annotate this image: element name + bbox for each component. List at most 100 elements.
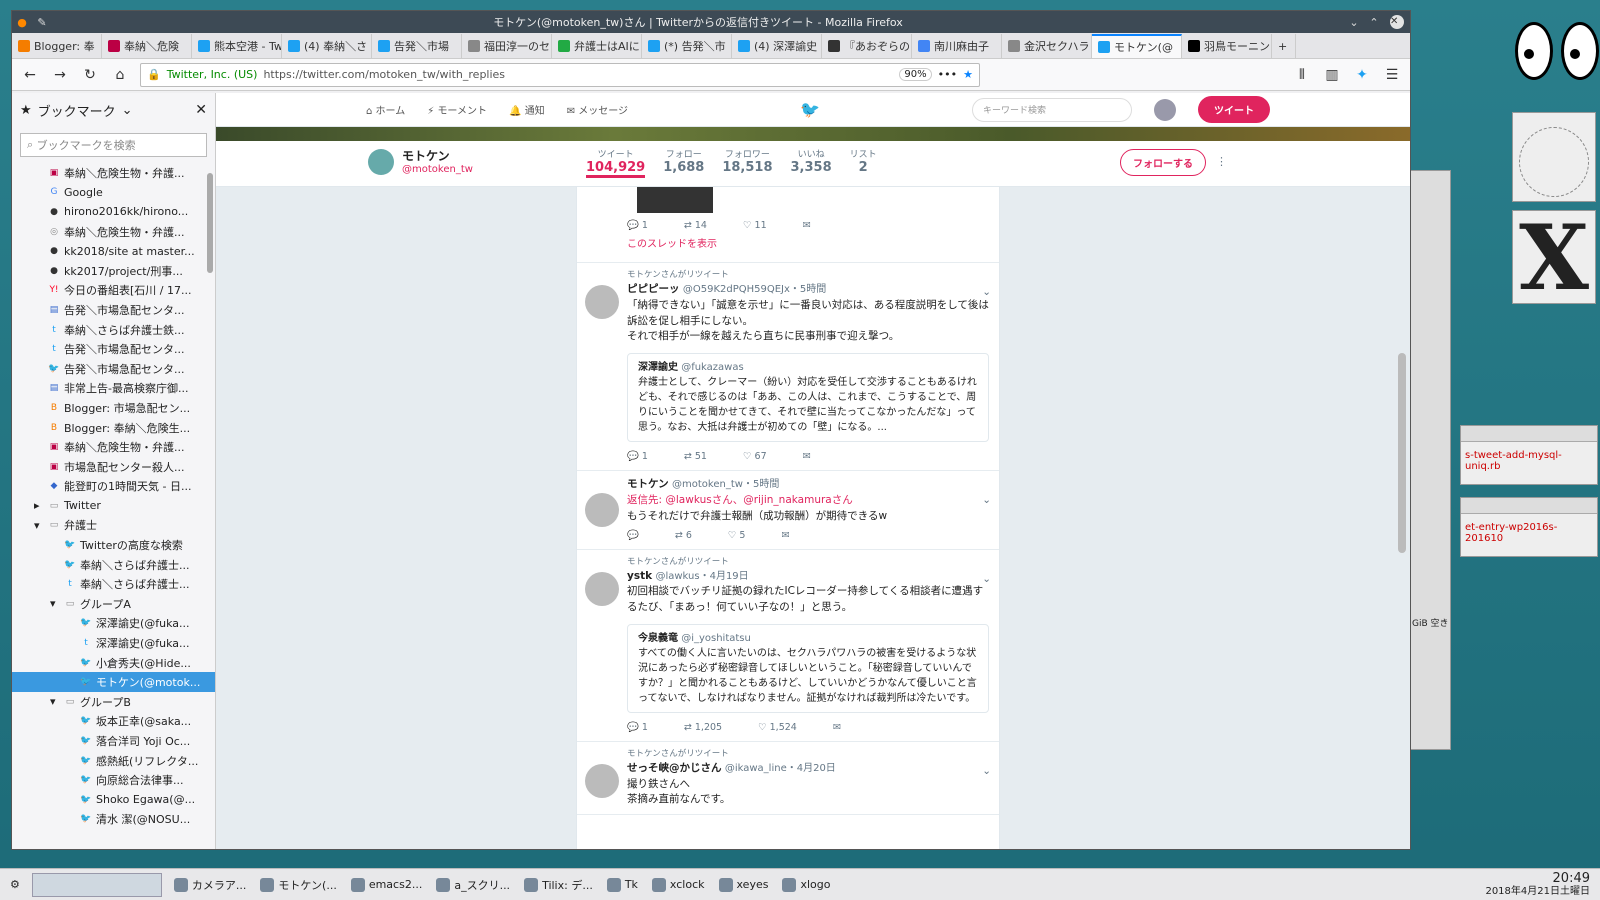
desktop-pager[interactable] xyxy=(31,872,162,897)
more-icon[interactable]: ⋮ xyxy=(1216,155,1227,168)
bookmark-item[interactable]: ◆ 能登町の1時間天気 - 日... xyxy=(12,477,215,497)
retweet-button[interactable]: ⇄ 1,205 xyxy=(684,721,722,735)
retweet-button[interactable]: ⇄ 14 xyxy=(684,219,707,233)
chevron-down-icon[interactable]: ⌄ xyxy=(982,572,991,588)
tab-3[interactable]: (4) 奉納＼さ xyxy=(282,34,372,58)
bookmark-item[interactable]: ▤ 告発＼市場急配センタ... xyxy=(12,300,215,320)
dm-share-icon[interactable]: ✉ xyxy=(833,721,841,735)
tab-13[interactable]: 羽鳥モーニン xyxy=(1182,34,1272,58)
dm-share-icon[interactable]: ✉ xyxy=(803,450,811,464)
stat-3[interactable]: いいね 3,358 xyxy=(791,147,832,178)
close-button[interactable]: ✕ xyxy=(1390,15,1404,29)
like-button[interactable]: ♡ 5 xyxy=(728,529,746,543)
nav-home[interactable]: ⌂ ホーム xyxy=(366,102,405,117)
background-window[interactable]: GiB 空き xyxy=(1409,170,1451,750)
bookmark-item[interactable]: G Google xyxy=(12,183,215,203)
chevron-down-icon[interactable]: ⌄ xyxy=(982,285,991,301)
retweet-button[interactable]: ⇄ 6 xyxy=(675,529,692,543)
bookmark-item[interactable]: 🐦 落合洋司 Yoji Oc... xyxy=(12,731,215,751)
bookmark-item[interactable]: Y! 今日の番組表[石川 / 17... xyxy=(12,281,215,301)
like-button[interactable]: ♡ 67 xyxy=(743,450,767,464)
back-icon[interactable]: ← xyxy=(20,65,40,85)
page-actions-icon[interactable]: ••• xyxy=(938,68,957,81)
reply-button[interactable]: 💬 1 xyxy=(627,219,648,233)
bookmark-item[interactable]: 🐦 Shoko Egawa(@... xyxy=(12,790,215,810)
bookmark-star-icon[interactable]: ★ xyxy=(963,68,973,81)
title-bar[interactable]: ● ✎ モトケン(@motoken_tw)さん | Twitterからの返信付き… xyxy=(12,11,1410,33)
tweet[interactable]: モトケン @motoken_tw・5時間 ⌄ 返信先: @lawkusさん、@rij… xyxy=(577,471,999,550)
stat-0[interactable]: ツイート 104,929 xyxy=(586,147,646,178)
bookmark-item[interactable]: ▾ ▭ 弁護士 xyxy=(12,516,215,536)
tweet-author[interactable]: せっそ峡@かじさん @ikawa_line・4月20日 xyxy=(627,761,989,777)
tab-12[interactable]: モトケン(@ xyxy=(1092,34,1182,58)
sidebar-toggle-icon[interactable]: ▥ xyxy=(1322,65,1342,85)
tweet[interactable]: モトケンさんがリツイート ピピピーッ @O59K2dPQH59QEJx・5時間 ⌄ 「… xyxy=(577,263,999,472)
library-icon[interactable]: ⫴ xyxy=(1292,65,1312,85)
nav-moments[interactable]: ⚡ モーメント xyxy=(427,102,487,117)
bookmark-item[interactable]: 🐦 深澤諭史(@fuka... xyxy=(12,614,215,634)
tweet[interactable]: モトケンさんがリツイート ystk @lawkus・4月19日 ⌄ 初回相談でバッチリ… xyxy=(577,550,999,742)
stat-1[interactable]: フォロー 1,688 xyxy=(663,147,704,178)
bookmark-item[interactable]: ● hirono2016kk/hirono... xyxy=(12,202,215,222)
pin-icon[interactable]: ✎ xyxy=(32,16,52,29)
nav-messages[interactable]: ✉ メッセージ xyxy=(567,102,628,117)
task-item[interactable]: カメラア... xyxy=(173,877,246,893)
tk-window-2[interactable]: et-entry-wp2016s-201610 xyxy=(1460,497,1598,557)
like-button[interactable]: ♡ 1,524 xyxy=(758,721,797,735)
profile-avatar[interactable] xyxy=(368,149,394,175)
bookmark-item[interactable]: 🐦 奉納＼さらば弁護士... xyxy=(12,555,215,575)
tab-9[interactable]: 『あおぞらの xyxy=(822,34,912,58)
bookmark-item[interactable]: 🐦 清水 潔(@NOSU... xyxy=(12,810,215,830)
reply-button[interactable]: 💬 1 xyxy=(627,450,648,464)
tab-5[interactable]: 福田淳一のセク xyxy=(462,34,552,58)
home-icon[interactable]: ⌂ xyxy=(110,65,130,85)
page-scrollbar[interactable] xyxy=(1398,353,1406,553)
tab-4[interactable]: 告発＼市場 xyxy=(372,34,462,58)
bookmark-item[interactable]: 🐦 モトケン(@motok... xyxy=(12,672,215,693)
tweet-avatar[interactable] xyxy=(585,493,619,528)
twitter-ext-icon[interactable]: ✦ xyxy=(1352,65,1372,85)
bookmark-item[interactable]: ▤ 非常上告-最高検察庁御... xyxy=(12,379,215,399)
tk-window-1[interactable]: s-tweet-add-mysql-uniq.rb xyxy=(1460,425,1598,485)
dm-share-icon[interactable]: ✉ xyxy=(803,219,811,233)
bookmark-item[interactable]: 🐦 告発＼市場急配センタ... xyxy=(12,359,215,379)
show-thread-link[interactable]: このスレッドを表示 xyxy=(627,237,989,252)
bookmark-item[interactable]: ▣ 奉納＼危険生物・弁護... xyxy=(12,437,215,457)
maximize-button[interactable]: ⌃ xyxy=(1364,16,1384,29)
expander-icon[interactable]: ▾ xyxy=(50,695,60,708)
expander-icon[interactable]: ▾ xyxy=(34,519,44,532)
bookmark-item[interactable]: ● kk2017/project/刑事... xyxy=(12,261,215,281)
quoted-tweet[interactable]: 深澤諭史 @fukazawas 弁護士として、クレーマー（紛い）対応を受任して交渉… xyxy=(627,353,989,442)
sidebar-close-icon[interactable]: ✕ xyxy=(195,102,207,118)
url-bar[interactable]: 🔒 Twitter, Inc. (US) https://twitter.com… xyxy=(140,62,980,87)
bookmark-item[interactable]: 🐦 坂本正幸(@saka... xyxy=(12,712,215,732)
bookmark-item[interactable]: t 深澤諭史(@fuka... xyxy=(12,633,215,653)
tweet-avatar[interactable] xyxy=(585,571,619,606)
task-item[interactable]: xeyes xyxy=(718,877,768,893)
bookmark-item[interactable]: ● kk2018/site at master... xyxy=(12,241,215,261)
task-item[interactable]: Tilix: デ... xyxy=(524,877,593,893)
profile-name-block[interactable]: モトケン @motoken_tw xyxy=(402,147,473,175)
new-tab-button[interactable]: + xyxy=(1272,34,1296,58)
bookmark-item[interactable]: B Blogger: 奉納＼危険生... xyxy=(12,418,215,438)
sidebar-title[interactable]: ブックマーク xyxy=(38,101,116,120)
forward-icon[interactable]: → xyxy=(50,65,70,85)
tweet-media[interactable] xyxy=(637,187,713,213)
tweet-author[interactable]: ystk @lawkus・4月19日 xyxy=(627,569,989,585)
clock[interactable]: 20:49 2018年4月21日土曜日 xyxy=(1485,871,1590,897)
tweet-button[interactable]: ツイート xyxy=(1198,96,1270,123)
tab-1[interactable]: 奉納＼危険 xyxy=(102,34,192,58)
reply-button[interactable]: 💬 xyxy=(627,529,639,543)
expander-icon[interactable]: ▸ xyxy=(34,499,44,512)
task-item[interactable]: xlogo xyxy=(782,877,830,893)
bookmark-item[interactable]: 🐦 小倉秀夫(@Hide... xyxy=(12,653,215,673)
tab-10[interactable]: 南川麻由子 xyxy=(912,34,1002,58)
bookmark-item[interactable]: t 奉納＼さらば弁護士... xyxy=(12,574,215,594)
expander-icon[interactable]: ▾ xyxy=(50,597,60,610)
bookmark-item[interactable]: ▣ 奉納＼危険生物・弁護... xyxy=(12,163,215,183)
bookmark-item[interactable]: ◎ 奉納＼危険生物・弁護... xyxy=(12,222,215,242)
stat-4[interactable]: リスト 2 xyxy=(850,147,877,178)
url-text[interactable]: https://twitter.com/motoken_tw/with_repl… xyxy=(263,68,893,81)
chevron-down-icon[interactable]: ⌄ xyxy=(982,764,991,780)
tab-8[interactable]: (4) 深澤諭史 xyxy=(732,34,822,58)
